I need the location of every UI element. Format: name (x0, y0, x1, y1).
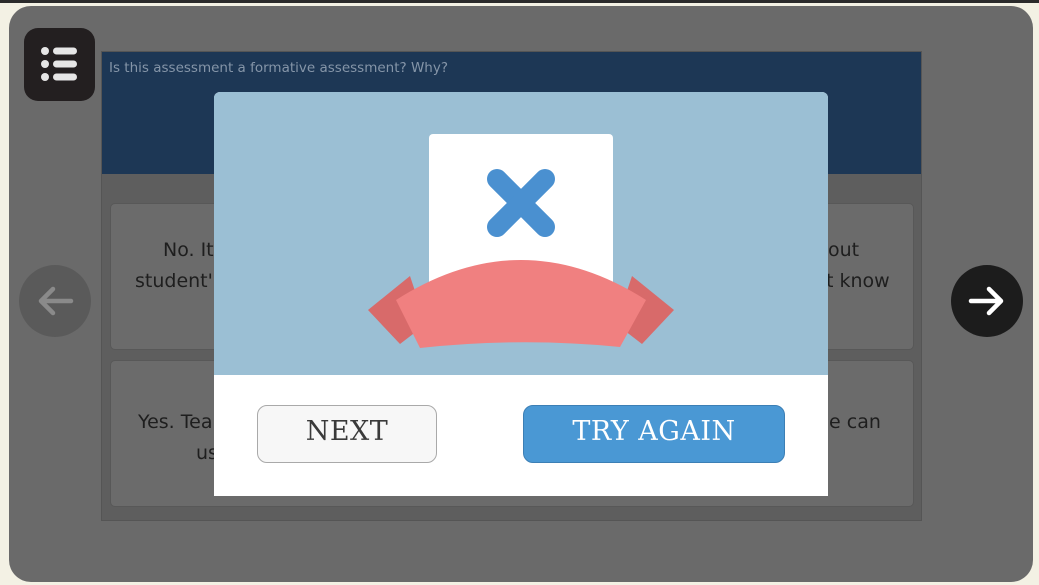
answer-text-right: t know (826, 270, 890, 292)
ribbon-banner (368, 260, 674, 348)
answer-text-left: Yes. Tea (138, 411, 213, 433)
try-again-button[interactable]: TRY AGAIN (523, 405, 785, 463)
arrow-left-icon (38, 286, 74, 316)
answer-text-left: No. It (163, 239, 214, 261)
feedback-modal: NEXT TRY AGAIN (214, 92, 828, 496)
next-slide-button[interactable] (951, 265, 1023, 337)
question-text: Is this assessment a formative assessmen… (109, 60, 449, 76)
list-menu-icon (41, 47, 77, 81)
answer-text-right: out (828, 239, 860, 261)
top-border (0, 0, 1039, 3)
arrow-right-icon (968, 286, 1004, 316)
answer-text-left: student' (135, 270, 213, 292)
next-button[interactable]: NEXT (257, 405, 437, 463)
previous-button[interactable] (19, 265, 91, 337)
feedback-illustration (214, 92, 828, 375)
menu-button[interactable] (24, 28, 95, 101)
